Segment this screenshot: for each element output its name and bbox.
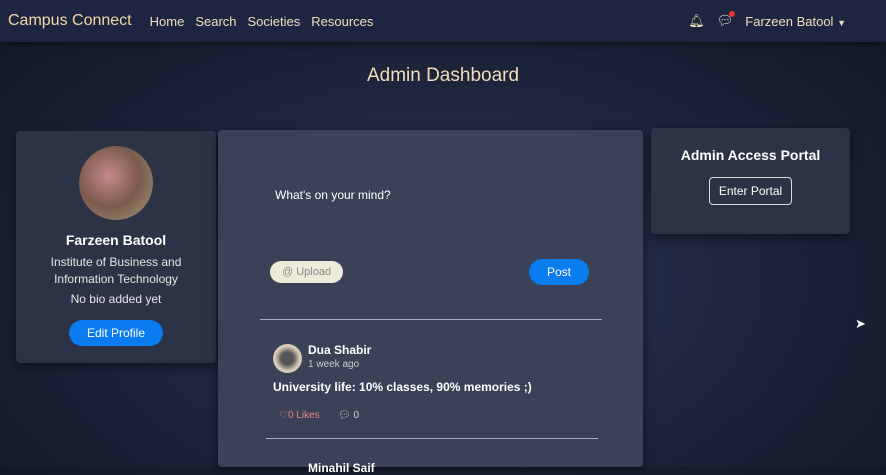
- brand-logo[interactable]: Campus Connect: [8, 12, 132, 30]
- post-text: University life: 10% classes, 90% memori…: [273, 380, 532, 394]
- like-count: 0 Likes: [287, 410, 320, 421]
- comment-button[interactable]: 💬︎ 0: [338, 410, 359, 421]
- profile-bio: No bio added yet: [70, 292, 162, 306]
- post-input[interactable]: What's on your mind?: [275, 188, 595, 202]
- heart-icon: ♡: [279, 410, 288, 421]
- user-name: Farzeen Batool: [745, 13, 834, 29]
- enter-portal-button[interactable]: Enter Portal: [708, 177, 793, 205]
- upload-button[interactable]: @ Upload: [270, 261, 344, 283]
- comment-count: 0: [353, 410, 360, 421]
- post-button[interactable]: Post: [529, 259, 590, 285]
- profile-card: Farzeen Batool Institute of Business and…: [16, 131, 216, 363]
- divider: [260, 319, 602, 320]
- avatar: [79, 146, 153, 220]
- profile-institution: Institute of Business and Information Te…: [50, 255, 182, 286]
- portal-title: Admin Access Portal: [680, 147, 821, 163]
- post-author[interactable]: Dua Shabir: [308, 343, 371, 357]
- user-menu[interactable]: Farzeen Batool ▼: [745, 14, 846, 29]
- nav-home[interactable]: Home: [150, 14, 185, 29]
- chat-icon[interactable]: 💬︎: [717, 11, 736, 29]
- page-title: Admin Dashboard: [366, 65, 520, 86]
- nav-resources[interactable]: Resources: [311, 14, 373, 29]
- profile-name: Farzeen Batool: [65, 232, 167, 248]
- mouse-cursor-icon: ➤: [855, 316, 866, 331]
- divider: [266, 438, 598, 439]
- navbar: Campus Connect Home Search Societies Res…: [0, 0, 886, 42]
- post-time: 1 week ago: [308, 359, 360, 370]
- post-avatar: [273, 344, 302, 373]
- nav-search[interactable]: Search: [195, 14, 236, 29]
- feed: What's on your mind? @ Upload Post Dua S…: [218, 130, 643, 475]
- caret-down-icon: ▼: [837, 17, 846, 28]
- like-button[interactable]: ♡0 Likes: [279, 410, 320, 421]
- bell-icon[interactable]: 🔔︎: [688, 13, 705, 29]
- admin-portal-card: Admin Access Portal Enter Portal: [651, 128, 850, 234]
- edit-profile-button[interactable]: Edit Profile: [68, 320, 164, 346]
- post-author[interactable]: Minahil Saif: [308, 461, 375, 475]
- nav-societies[interactable]: Societies: [248, 14, 301, 29]
- comment-icon: 💬︎: [338, 410, 351, 421]
